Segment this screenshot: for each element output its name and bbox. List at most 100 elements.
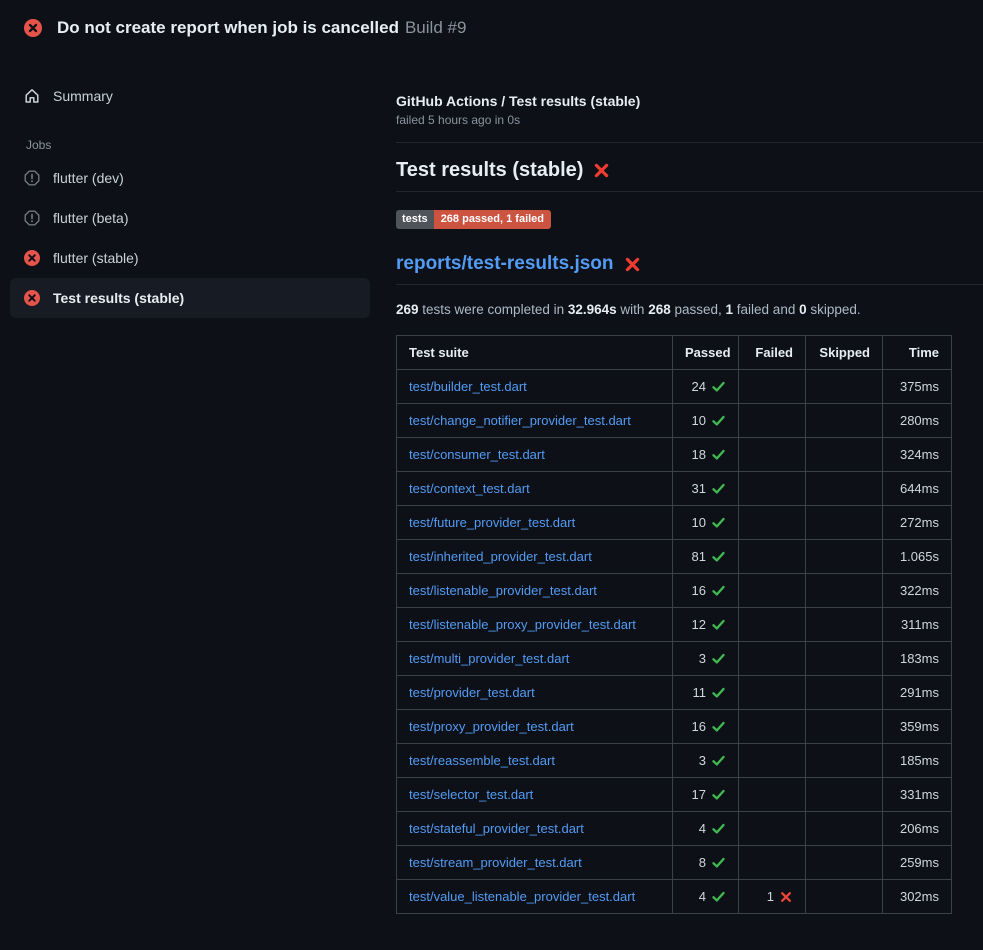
passed-cell: 4 (673, 880, 739, 914)
table-row: test/change_notifier_provider_test.dart 1… (397, 404, 952, 438)
test-suite-link[interactable]: test/selector_test.dart (409, 787, 533, 802)
cross-mark-icon (593, 162, 610, 179)
test-suite-link[interactable]: test/proxy_provider_test.dart (409, 719, 574, 734)
time-cell: 322ms (883, 574, 952, 608)
section-title-text: Test results (stable) (396, 159, 583, 182)
test-suite-link[interactable]: test/inherited_provider_test.dart (409, 549, 592, 564)
divider (396, 142, 983, 143)
test-suite-link[interactable]: test/future_provider_test.dart (409, 515, 575, 530)
time-cell: 185ms (883, 744, 952, 778)
time-cell: 259ms (883, 846, 952, 880)
failed-cell (739, 472, 806, 506)
test-suite-link[interactable]: test/consumer_test.dart (409, 447, 545, 462)
sidebar-item-summary[interactable]: Summary (24, 78, 356, 114)
table-row: test/future_provider_test.dart 10 272ms (397, 506, 952, 540)
skipped-cell (806, 438, 883, 472)
passed-count: 10 (692, 413, 706, 428)
sidebar-item-flutter-beta[interactable]: flutter (beta) (10, 198, 370, 238)
report-title: reports/test-results.json (396, 253, 983, 285)
skipped-cell (806, 744, 883, 778)
skipped-cell (806, 676, 883, 710)
time-cell: 1.065s (883, 540, 952, 574)
check-icon (711, 413, 726, 428)
sidebar-item-flutter-dev[interactable]: flutter (dev) (10, 158, 370, 198)
job-label: flutter (beta) (53, 210, 128, 226)
passed-count: 17 (692, 787, 706, 802)
workflow-run-title: Do not create report when job is cancell… (57, 18, 399, 37)
test-suite-link[interactable]: test/builder_test.dart (409, 379, 527, 394)
test-suite-link[interactable]: test/context_test.dart (409, 481, 530, 496)
passed-count: 10 (692, 515, 706, 530)
test-suite-link[interactable]: test/listenable_provider_test.dart (409, 583, 597, 598)
home-icon (24, 88, 40, 104)
summary-text: 269 tests were completed in 32.964s with… (396, 302, 983, 317)
test-suite-link[interactable]: test/stateful_provider_test.dart (409, 821, 584, 836)
table-row: test/builder_test.dart24375ms (397, 370, 952, 404)
failed-cell (739, 506, 806, 540)
check-icon (711, 379, 726, 394)
passed-cell: 24 (673, 370, 739, 404)
sidebar-item-test-results-stable[interactable]: Test results (stable) (10, 278, 370, 318)
check-icon (711, 787, 726, 802)
summary-fragment: skipped. (807, 302, 861, 317)
check-icon (711, 617, 726, 632)
test-suite-cell: test/provider_test.dart (397, 676, 673, 710)
check-icon (711, 583, 726, 598)
time-cell: 206ms (883, 812, 952, 846)
time-cell: 272ms (883, 506, 952, 540)
test-suite-link[interactable]: test/value_listenable_provider_test.dart (409, 889, 635, 904)
breadcrumb: GitHub Actions / Test results (stable) (396, 93, 983, 109)
passed-count: 4 (699, 889, 706, 904)
time-cell: 183ms (883, 642, 952, 676)
test-suite-link[interactable]: test/stream_provider_test.dart (409, 855, 582, 870)
failed-cell (739, 846, 806, 880)
check-icon (711, 515, 726, 530)
table-row: test/consumer_test.dart18324ms (397, 438, 952, 472)
passed-count: 31 (692, 481, 706, 496)
failed-cell (739, 438, 806, 472)
skipped-cell (806, 370, 883, 404)
time-cell: 291ms (883, 676, 952, 710)
passed-count: 4 (699, 821, 706, 836)
sidebar: Summary Jobs flutter (dev) flutter (beta… (0, 56, 380, 318)
test-suite-link[interactable]: test/multi_provider_test.dart (409, 651, 569, 666)
job-label: flutter (dev) (53, 170, 124, 186)
skipped-cell (806, 472, 883, 506)
passed-cell: 3 (673, 744, 739, 778)
report-file-link[interactable]: reports/test-results.json (396, 253, 614, 275)
passed-count: 81 (692, 549, 706, 564)
passed-count: 18 (692, 447, 706, 462)
table-row: test/value_listenable_provider_test.dart… (397, 880, 952, 914)
passed-count: 11 (693, 685, 707, 700)
failed-cell (739, 574, 806, 608)
sidebar-summary-label: Summary (53, 88, 113, 104)
test-suite-cell: test/proxy_provider_test.dart (397, 710, 673, 744)
time-cell: 311ms (883, 608, 952, 642)
check-icon (711, 481, 726, 496)
passed-cell: 11 (673, 676, 739, 710)
passed-cell: 18 (673, 438, 739, 472)
failed-cell (739, 540, 806, 574)
summary-fragment: with (617, 302, 649, 317)
passed-cell: 31 (673, 472, 739, 506)
build-number: Build #9 (405, 18, 466, 37)
check-icon (711, 685, 726, 700)
summary-number: 0 (799, 302, 807, 317)
tests-status-badge: tests 268 passed, 1 failed (396, 210, 551, 229)
skipped-cell (806, 506, 883, 540)
sidebar-item-flutter-stable[interactable]: flutter (stable) (10, 238, 370, 278)
passed-cell: 10 (673, 506, 739, 540)
test-suite-cell: test/change_notifier_provider_test.dart (397, 404, 673, 438)
test-suite-link[interactable]: test/reassemble_test.dart (409, 753, 555, 768)
test-suite-link[interactable]: test/change_notifier_provider_test.dart (409, 413, 631, 428)
test-suite-link[interactable]: test/provider_test.dart (409, 685, 535, 700)
test-suite-cell: test/multi_provider_test.dart (397, 642, 673, 676)
job-label: flutter (stable) (53, 250, 139, 266)
check-icon (711, 549, 726, 564)
summary-number: 32.964s (568, 302, 617, 317)
test-suite-link[interactable]: test/listenable_proxy_provider_test.dart (409, 617, 636, 632)
test-suite-cell: test/context_test.dart (397, 472, 673, 506)
passed-cell: 3 (673, 642, 739, 676)
failed-circle-icon (24, 250, 40, 266)
run-status-line: failed 5 hours ago in 0s (396, 113, 983, 127)
